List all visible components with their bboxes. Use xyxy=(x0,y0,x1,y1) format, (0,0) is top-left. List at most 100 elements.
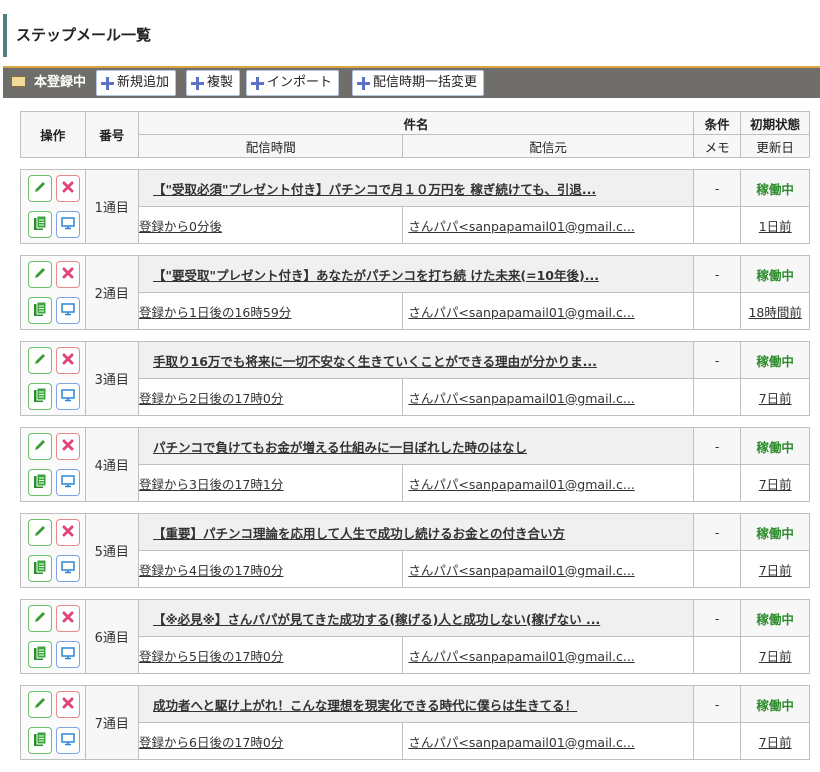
copy-button[interactable] xyxy=(28,383,52,410)
envelope-icon xyxy=(11,76,26,87)
row-updated-link[interactable]: 18時間前 xyxy=(740,292,810,330)
row-subject-link[interactable]: 【"受取必須"プレゼント付き】パチンコで月１０万円を 稼ぎ続けても、引退... xyxy=(138,169,694,207)
row-subject-link[interactable]: 【※必見※】さんパパが見てきた成功する(稼げる)人と成功しない(稼げない ... xyxy=(138,599,694,637)
row-updated-link[interactable]: 7日前 xyxy=(740,464,810,502)
preview-button[interactable] xyxy=(56,297,80,324)
delete-button[interactable] xyxy=(56,433,80,460)
row-timing-link[interactable]: 登録から2日後の17時0分 xyxy=(138,378,404,416)
header-status: 初期状態 xyxy=(740,111,810,135)
row-subject-link[interactable]: 手取り16万でも将来に一切不安なく生きていくことができる理由が分かりま... xyxy=(138,341,694,379)
edit-button[interactable] xyxy=(28,605,52,632)
row-number: 6通目 xyxy=(84,599,140,674)
row-updated-link[interactable]: 1日前 xyxy=(740,206,810,244)
edit-button[interactable] xyxy=(28,691,52,718)
row-status: 稼働中 xyxy=(740,427,810,465)
row-timing-link[interactable]: 登録から3日後の17時1分 xyxy=(138,464,404,502)
row-subject-link[interactable]: 【"要受取"プレゼント付き】あなたがパチンコを打ち続 けた未来(=10年後)..… xyxy=(138,255,694,293)
row-condition: - xyxy=(692,255,742,293)
row-sender-link[interactable]: さんパパ<sanpapamail01@gmail.c... xyxy=(402,722,694,760)
row-sender-link[interactable]: さんパパ<sanpapamail01@gmail.c... xyxy=(402,636,694,674)
preview-button[interactable] xyxy=(56,469,80,496)
row-actions xyxy=(20,169,86,244)
row-actions xyxy=(20,685,86,760)
document-copy-icon xyxy=(33,215,47,234)
row-updated-link[interactable]: 7日前 xyxy=(740,550,810,588)
row-subject-link[interactable]: 成功者へと駆け上がれ！こんな理想を現実化できる時代に僕らは生きてる！ xyxy=(138,685,694,723)
row-timing-link[interactable]: 登録から4日後の17時0分 xyxy=(138,550,404,588)
row-sender-link[interactable]: さんパパ<sanpapamail01@gmail.c... xyxy=(402,550,694,588)
x-icon xyxy=(62,697,74,712)
page-title: ステップメール一覧 xyxy=(3,14,603,57)
row-memo xyxy=(692,722,742,760)
preview-button[interactable] xyxy=(56,727,80,754)
row-status: 稼働中 xyxy=(740,599,810,637)
header-cond: 条件 xyxy=(692,111,742,135)
copy-button[interactable] xyxy=(28,641,52,668)
x-icon xyxy=(62,353,74,368)
delete-button[interactable] xyxy=(56,519,80,546)
row-sender-link[interactable]: さんパパ<sanpapamail01@gmail.c... xyxy=(402,292,694,330)
header-memo: メモ xyxy=(692,134,742,158)
pencil-icon xyxy=(33,352,47,369)
row-condition: - xyxy=(692,685,742,723)
row-sender-link[interactable]: さんパパ<sanpapamail01@gmail.c... xyxy=(402,206,694,244)
document-copy-icon xyxy=(33,559,47,578)
edit-button[interactable] xyxy=(28,519,52,546)
preview-button[interactable] xyxy=(56,383,80,410)
copy-button[interactable] xyxy=(28,555,52,582)
delete-button[interactable] xyxy=(56,691,80,718)
x-icon xyxy=(62,525,74,540)
document-copy-icon xyxy=(33,301,47,320)
row-updated-link[interactable]: 7日前 xyxy=(740,636,810,674)
delete-button[interactable] xyxy=(56,347,80,374)
row-actions xyxy=(20,599,86,674)
header-subject: 件名 xyxy=(138,111,694,135)
row-status: 稼働中 xyxy=(740,685,810,723)
document-copy-icon xyxy=(33,387,47,406)
row-actions xyxy=(20,255,86,330)
monitor-icon xyxy=(61,302,75,319)
header-updated: 更新日 xyxy=(740,134,810,158)
preview-button[interactable] xyxy=(56,555,80,582)
copy-button[interactable] xyxy=(28,727,52,754)
edit-button[interactable] xyxy=(28,433,52,460)
row-timing-link[interactable]: 登録から6日後の17時0分 xyxy=(138,722,404,760)
monitor-icon xyxy=(61,646,75,663)
edit-button[interactable] xyxy=(28,175,52,202)
import-button[interactable]: インポート xyxy=(246,70,340,96)
row-subject-link[interactable]: パチンコで負けてもお金が増える仕組みに一目ぼれした時のはなし xyxy=(138,427,694,465)
copy-button[interactable] xyxy=(28,297,52,324)
copy-button[interactable] xyxy=(28,469,52,496)
x-icon xyxy=(62,181,74,196)
step-mail-row: 4通目 パチンコで負けてもお金が増える仕組みに一目ぼれした時のはなし - 稼働中登録か… xyxy=(20,427,810,502)
row-number: 4通目 xyxy=(84,427,140,502)
delete-button[interactable] xyxy=(56,605,80,632)
row-condition: - xyxy=(692,169,742,207)
delete-button[interactable] xyxy=(56,175,80,202)
toolbar: 本登録中 新規追加 複製 インポート 配信時期一括変更 xyxy=(3,66,820,98)
delete-button[interactable] xyxy=(56,261,80,288)
row-timing-link[interactable]: 登録から1日後の16時59分 xyxy=(138,292,404,330)
duplicate-button[interactable]: 複製 xyxy=(186,70,241,96)
document-copy-icon xyxy=(33,473,47,492)
row-memo xyxy=(692,292,742,330)
row-timing-link[interactable]: 登録から5日後の17時0分 xyxy=(138,636,404,674)
row-sender-link[interactable]: さんパパ<sanpapamail01@gmail.c... xyxy=(402,464,694,502)
row-updated-link[interactable]: 7日前 xyxy=(740,378,810,416)
edit-button[interactable] xyxy=(28,261,52,288)
row-subject-link[interactable]: 【重要】パチンコ理論を応用して人生で成功し続けるお金との付き合い方 xyxy=(138,513,694,551)
preview-button[interactable] xyxy=(56,211,80,238)
copy-button[interactable] xyxy=(28,211,52,238)
row-timing-link[interactable]: 登録から0分後 xyxy=(138,206,404,244)
row-memo xyxy=(692,206,742,244)
pencil-icon xyxy=(33,180,47,197)
preview-button[interactable] xyxy=(56,641,80,668)
edit-button[interactable] xyxy=(28,347,52,374)
add-new-button[interactable]: 新規追加 xyxy=(96,70,177,96)
monitor-icon xyxy=(61,560,75,577)
toolbar-label: 本登録中 xyxy=(11,68,86,98)
row-sender-link[interactable]: さんパパ<sanpapamail01@gmail.c... xyxy=(402,378,694,416)
row-updated-link[interactable]: 7日前 xyxy=(740,722,810,760)
row-condition: - xyxy=(692,427,742,465)
bulk-change-timing-button[interactable]: 配信時期一括変更 xyxy=(352,70,485,96)
